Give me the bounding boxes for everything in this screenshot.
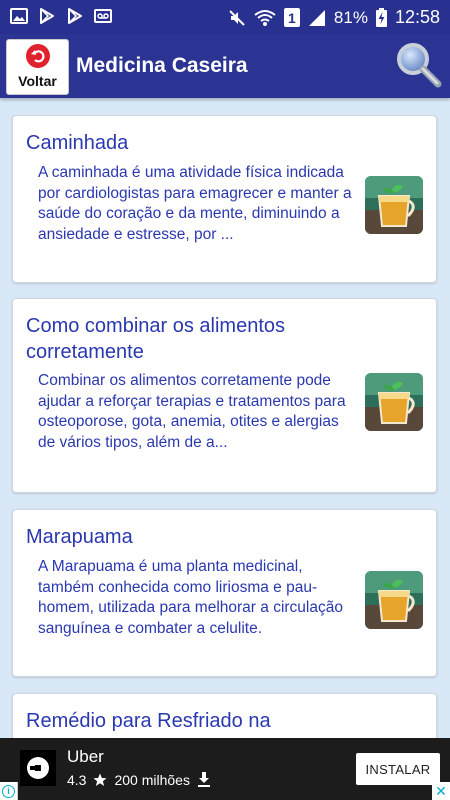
battery-percent: 81% [333,7,368,27]
voicemail-icon [94,9,112,23]
clock: 12:58 [394,7,440,27]
image-icon [10,8,28,24]
tea-cup-icon [365,571,423,629]
back-button[interactable]: Voltar [6,39,69,95]
uber-logo-icon [20,750,56,786]
article-card[interactable]: Marapuama A Marapuama é uma planta medic… [12,509,437,677]
app-title: Medicina Caseira [76,54,248,77]
close-icon: ✕ [435,783,447,799]
article-description: A caminhada é uma atividade física indic… [38,164,352,243]
article-description: Combinar os alimentos corretamente pode … [38,372,346,451]
tea-cup-icon [365,176,423,234]
search-button[interactable] [394,40,442,88]
notification-icons [10,8,112,24]
ad-banner[interactable]: Uber 4.3 200 milhões INSTALAR i ✕ [0,738,450,800]
article-title: Como combinar os alimentos corretamente [26,315,285,363]
info-icon: i [2,784,15,798]
ad-rating: 4.3 [67,772,87,788]
article-title: Caminhada [26,132,129,154]
sim-signal-icon: 1 [283,8,300,27]
article-card[interactable]: Caminhada A caminhada é uma atividade fí… [12,115,437,283]
battery-charging-icon [375,8,387,27]
star-icon [93,773,107,786]
back-icon [25,44,50,68]
install-button[interactable]: INSTALAR [356,753,440,785]
status-bar: 1 81% 12:58 [0,0,450,34]
ad-close-button[interactable]: ✕ [432,782,450,800]
ad-app-name: Uber [67,747,104,766]
back-label: Voltar [18,73,57,89]
ad-info-button[interactable]: i [0,782,18,800]
app-bar: Voltar Medicina Caseira [0,34,450,98]
article-title: Marapuama [26,526,133,548]
ad-downloads: 200 milhões [114,772,190,788]
signal-icon [308,9,325,26]
article-card[interactable]: Remédio para Resfriado na [12,693,437,738]
article-description: A Marapuama é uma planta medicinal, tamb… [38,558,343,637]
download-icon [197,772,210,787]
article-card[interactable]: Como combinar os alimentos corretamente … [12,298,437,493]
article-title: Remédio para Resfriado na [26,710,271,732]
wifi-icon [254,9,276,26]
play-store-icon [68,8,82,24]
ad-meta: 4.3 200 milhões [67,772,211,788]
system-icons: 1 81% 12:58 [228,7,440,28]
tea-cup-icon [365,373,423,431]
play-store-icon [40,8,54,24]
search-icon [397,43,442,88]
article-list[interactable]: Caminhada A caminhada é uma atividade fí… [0,98,450,738]
mute-icon [229,9,245,26]
